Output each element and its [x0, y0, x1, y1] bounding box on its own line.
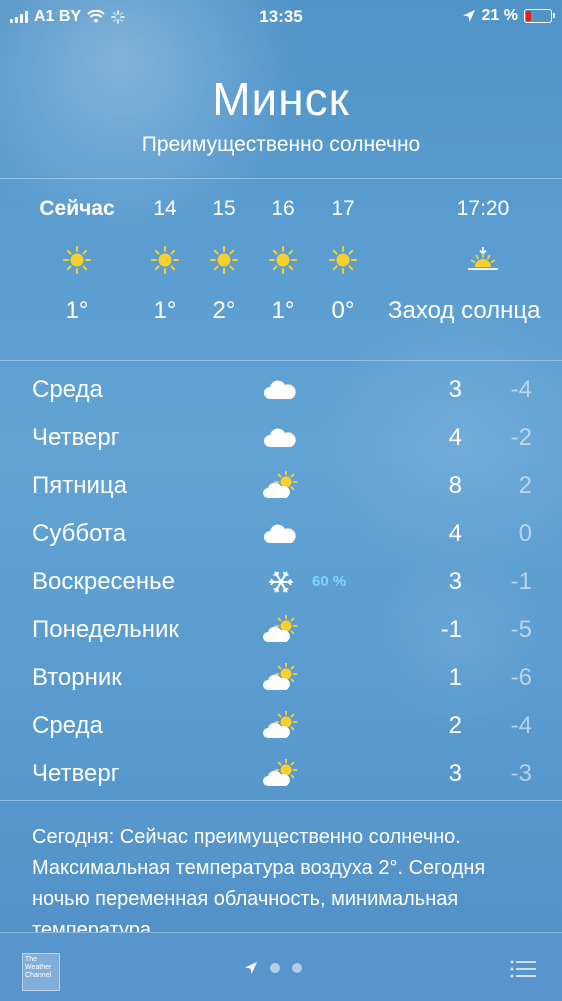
daily-row: Суббота 4 0	[0, 511, 562, 555]
daily-row: Среда 2 -4	[0, 703, 562, 747]
hour-label: 17:20	[456, 197, 510, 220]
low-temp: 2	[518, 472, 532, 499]
partly-sunny-icon	[262, 758, 298, 789]
daily-row: Вторник 1 -6	[0, 655, 562, 699]
day-name: Суббота	[32, 520, 126, 547]
battery-icon	[524, 9, 555, 23]
low-temp: -4	[510, 376, 532, 403]
day-name: Среда	[32, 376, 103, 403]
low-temp: -1	[510, 568, 532, 595]
hour-temp: 1°	[153, 297, 177, 324]
day-name: Среда	[32, 712, 103, 739]
low-temp: 0	[518, 520, 532, 547]
daily-row: Четверг 3 -3	[0, 751, 562, 795]
hour-column: 16 1°	[253, 196, 313, 325]
location-arrow-icon	[245, 962, 257, 974]
high-temp: 2	[448, 712, 462, 739]
page-indicator[interactable]	[244, 961, 302, 975]
divider	[0, 800, 562, 801]
low-temp: -4	[510, 712, 532, 739]
low-temp: -3	[510, 760, 532, 787]
daily-row: Пятница 8 2	[0, 463, 562, 507]
hour-label: 15	[212, 197, 236, 220]
list-icon[interactable]	[510, 960, 536, 978]
high-temp: -1	[440, 616, 462, 643]
day-name: Вторник	[32, 664, 122, 691]
partly-sunny-icon	[262, 614, 298, 645]
page-dot	[270, 963, 280, 973]
hour-label: Сейчас	[39, 197, 115, 220]
daily-row: Среда 3 -4	[0, 367, 562, 411]
day-name: Четверг	[32, 760, 120, 787]
high-temp: 3	[448, 760, 462, 787]
sunset-icon	[466, 245, 500, 275]
daily-row: Воскресенье 60 % 3 -1	[0, 559, 562, 603]
day-name: Воскресенье	[32, 568, 176, 595]
day-name: Четверг	[32, 424, 120, 451]
day-name: Понедельник	[32, 616, 179, 643]
hour-label: 14	[153, 197, 177, 220]
partly-sunny-icon	[262, 662, 298, 693]
hour-column-sunset: 17:20 Заход солнца	[388, 196, 562, 325]
status-right: 21 %	[462, 7, 555, 25]
hour-label: 16	[271, 197, 295, 220]
sun-icon	[328, 245, 358, 275]
partly-sunny-icon	[262, 710, 298, 741]
cloud-icon	[262, 519, 298, 549]
cloud-icon	[262, 375, 298, 405]
high-temp: 8	[448, 472, 462, 499]
hour-temp: 1°	[65, 297, 89, 324]
page-dot	[292, 963, 302, 973]
hour-temp: 2°	[212, 297, 236, 324]
hour-column: 14 1°	[135, 196, 195, 325]
hour-label: 17	[331, 197, 355, 220]
current-condition: Преимущественно солнечно	[141, 133, 421, 156]
day-name: Пятница	[32, 472, 127, 499]
high-temp: 4	[448, 424, 462, 451]
snowflake-icon	[266, 567, 302, 597]
hour-temp: Заход солнца	[388, 297, 541, 324]
divider	[0, 360, 562, 361]
divider	[0, 178, 562, 179]
high-temp: 1	[448, 664, 462, 691]
weather-channel-logo[interactable]: The Weather Channel	[22, 953, 60, 991]
forecast-summary: Сегодня: Сейчас преимущественно солнечно…	[32, 826, 486, 932]
hour-temp: 1°	[271, 297, 295, 324]
daily-row: Четверг 4 -2	[0, 415, 562, 459]
sun-icon	[150, 245, 180, 275]
hour-column-now: Сейчас 1°	[32, 196, 122, 325]
precipitation-chance: 60 %	[312, 573, 347, 590]
battery-percent: 21 %	[481, 7, 518, 24]
daily-row: Понедельник -1 -5	[0, 607, 562, 651]
low-temp: -6	[510, 664, 532, 691]
logo-text: The Weather Channel	[25, 956, 52, 979]
low-temp: -5	[510, 616, 532, 643]
bottom-toolbar: The Weather Channel	[0, 932, 562, 1001]
cloud-icon	[262, 423, 298, 453]
high-temp: 3	[448, 568, 462, 595]
hour-column: 15 2°	[194, 196, 254, 325]
high-temp: 3	[448, 376, 462, 403]
hour-column: 17 0°	[313, 196, 373, 325]
status-bar: A1 BY 13:35 21 %	[0, 0, 562, 34]
sun-icon	[268, 245, 298, 275]
hour-temp: 0°	[331, 297, 355, 324]
low-temp: -2	[510, 424, 532, 451]
high-temp: 4	[448, 520, 462, 547]
partly-sunny-icon	[262, 470, 298, 501]
sun-icon	[62, 245, 92, 275]
sun-icon	[209, 245, 239, 275]
battery-level	[526, 11, 531, 21]
summary-clip: Сегодня: Сейчас преимущественно солнечно…	[0, 810, 562, 932]
city-name: Минск	[212, 73, 350, 125]
location-arrow-icon	[462, 10, 475, 22]
